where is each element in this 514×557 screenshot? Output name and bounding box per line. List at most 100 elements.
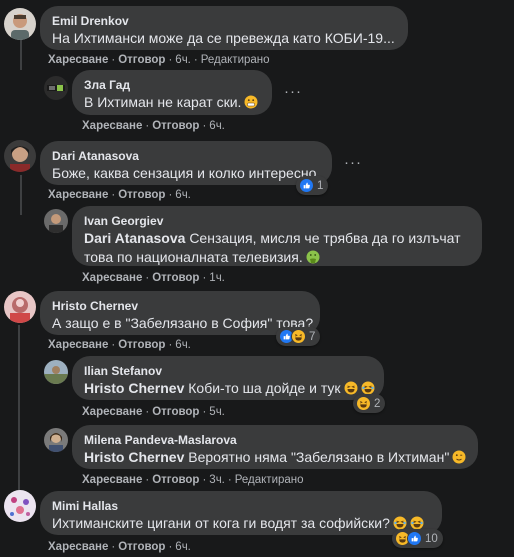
comment-time[interactable]: 3ч. bbox=[209, 474, 225, 486]
separator: · bbox=[111, 189, 116, 201]
comment-author[interactable]: Mimi Hallas bbox=[52, 498, 430, 514]
thread-line bbox=[18, 325, 20, 500]
comment-time[interactable]: 6ч. bbox=[175, 541, 191, 553]
comment-actions: Харесване · Отговор · 6ч. bbox=[82, 119, 225, 133]
like-button[interactable]: Харесване bbox=[82, 120, 142, 132]
rofl-emoji bbox=[393, 516, 407, 530]
separator: · bbox=[202, 474, 207, 486]
comment-author[interactable]: Emil Drenkov bbox=[52, 13, 396, 29]
like-icon bbox=[299, 178, 314, 193]
comment-text: Hristo Chernev Вероятно няма "Забелязано… bbox=[84, 448, 466, 467]
vomit-emoji bbox=[306, 250, 320, 264]
avatar[interactable] bbox=[4, 291, 36, 323]
comment-actions: Харесване · Отговор · 6ч. bbox=[48, 338, 191, 352]
reaction-count: 1 bbox=[317, 179, 324, 192]
comment-text: Ихтиманските цигани от кога ги водят за … bbox=[52, 514, 430, 533]
avatar[interactable] bbox=[4, 140, 36, 172]
thread-line bbox=[20, 175, 22, 215]
avatar[interactable] bbox=[44, 428, 68, 452]
reaction-count: 2 bbox=[374, 397, 381, 410]
edited-label[interactable]: Редактирано bbox=[201, 54, 270, 66]
comment-bubble: Milena Pandeva-Maslarova Hristo Chernev … bbox=[72, 425, 478, 469]
separator: · bbox=[111, 541, 116, 553]
comment-actions: Харесване · Отговор · 6ч. bbox=[48, 540, 191, 554]
thread-line bbox=[20, 40, 22, 70]
like-button[interactable]: Харесване bbox=[48, 54, 108, 66]
comment-time[interactable]: 1ч. bbox=[209, 272, 225, 284]
comment-author[interactable]: Hristo Chernev bbox=[52, 298, 308, 314]
like-button[interactable]: Харесване bbox=[48, 541, 108, 553]
haha-icon bbox=[291, 329, 306, 344]
reaction-count: 7 bbox=[309, 330, 316, 343]
reply-button[interactable]: Отговор bbox=[118, 339, 165, 351]
mention-link[interactable]: Hristo Chernev bbox=[84, 449, 184, 465]
rofl-emoji bbox=[410, 516, 424, 530]
comment-author[interactable]: Milena Pandeva-Maslarova bbox=[84, 432, 466, 448]
separator: · bbox=[202, 406, 207, 418]
reaction-summary[interactable]: 10 bbox=[392, 529, 443, 548]
comment-bubble: Hristo Chernev А защо е в "Забелязано в … bbox=[40, 291, 320, 335]
reaction-summary[interactable]: 2 bbox=[353, 394, 386, 413]
reply-button[interactable]: Отговор bbox=[118, 54, 165, 66]
reply-button[interactable]: Отговор bbox=[152, 406, 199, 418]
wink-emoji bbox=[452, 450, 466, 464]
comment-text: Dari Atanasova Сензация, мисля че трябва… bbox=[84, 230, 461, 265]
reply-button[interactable]: Отговор bbox=[118, 189, 165, 201]
comment-actions: Харесване · Отговор · 6ч. bbox=[48, 188, 191, 202]
separator: · bbox=[145, 474, 150, 486]
comment-bubble: Mimi Hallas Ихтиманските цигани от кога … bbox=[40, 491, 442, 535]
comment-bubble: Ilian Stefanov Hristo Chernev Коби-то ша… bbox=[72, 356, 384, 400]
comment-author[interactable]: Ilian Stefanov bbox=[84, 363, 372, 379]
comment-text: В Ихтиман не карат ски. bbox=[84, 93, 260, 112]
separator: · bbox=[227, 474, 232, 486]
separator: · bbox=[202, 272, 207, 284]
like-button[interactable]: Харесване bbox=[82, 406, 142, 418]
comment-bubble: Emil Drenkov На Ихтиманси може да се пре… bbox=[40, 6, 408, 50]
reaction-summary[interactable]: 7 bbox=[276, 327, 321, 346]
comment-actions: Харесване · Отговор · 5ч. bbox=[82, 405, 225, 419]
comment-author[interactable]: Зла Гад bbox=[84, 77, 260, 93]
like-button[interactable]: Харесване bbox=[82, 272, 142, 284]
rofl-emoji bbox=[361, 381, 375, 395]
separator: · bbox=[193, 54, 198, 66]
like-icon bbox=[407, 531, 422, 546]
mention-link[interactable]: Dari Atanasova bbox=[84, 230, 185, 246]
comment-time[interactable]: 5ч. bbox=[209, 406, 225, 418]
separator: · bbox=[145, 272, 150, 284]
avatar[interactable] bbox=[44, 209, 68, 233]
reaction-summary[interactable]: 1 bbox=[296, 176, 329, 195]
comment-time[interactable]: 6ч. bbox=[175, 54, 191, 66]
like-button[interactable]: Харесване bbox=[48, 189, 108, 201]
more-options-icon[interactable]: ··· bbox=[284, 84, 302, 99]
separator: · bbox=[111, 54, 116, 66]
like-button[interactable]: Харесване bbox=[48, 339, 108, 351]
comment-text: Боже, каква сензация и колко интересно bbox=[52, 165, 317, 181]
comment-time[interactable]: 6ч. bbox=[209, 120, 225, 132]
comment-author[interactable]: Dari Atanasova bbox=[52, 148, 320, 164]
comment-time[interactable]: 6ч. bbox=[175, 339, 191, 351]
comment-actions: Харесване · Отговор · 6ч. · Редактирано bbox=[48, 53, 270, 67]
comment-text: На Ихтиманси може да се превежда като КО… bbox=[52, 30, 395, 46]
reply-button[interactable]: Отговор bbox=[152, 272, 199, 284]
comment-bubble: Dari Atanasova Боже, каква сензация и ко… bbox=[40, 141, 332, 185]
haha-emoji bbox=[344, 381, 358, 395]
reply-button[interactable]: Отговор bbox=[152, 120, 199, 132]
reply-button[interactable]: Отговор bbox=[152, 474, 199, 486]
separator: · bbox=[145, 406, 150, 418]
edited-label[interactable]: Редактирано bbox=[235, 474, 304, 486]
avatar[interactable] bbox=[4, 490, 36, 522]
mention-link[interactable]: Hristo Chernev bbox=[84, 380, 184, 396]
more-options-icon[interactable]: ··· bbox=[344, 155, 362, 170]
reply-button[interactable]: Отговор bbox=[118, 541, 165, 553]
comment-text: Hristo Chernev Коби-то ша дойде и тук bbox=[84, 379, 375, 398]
avatar[interactable] bbox=[4, 8, 36, 40]
comment-bubble: Ivan Georgiev Dari Atanasova Сензация, м… bbox=[72, 206, 482, 266]
avatar[interactable] bbox=[44, 76, 68, 100]
comment-author[interactable]: Ivan Georgiev bbox=[84, 213, 470, 229]
like-button[interactable]: Харесване bbox=[82, 474, 142, 486]
avatar[interactable] bbox=[44, 360, 68, 384]
comment-actions: Харесване · Отговор · 3ч. · Редактирано bbox=[82, 473, 304, 487]
comment-time[interactable]: 6ч. bbox=[175, 189, 191, 201]
comment-actions: Харесване · Отговор · 1ч. bbox=[82, 271, 225, 285]
separator: · bbox=[168, 339, 173, 351]
